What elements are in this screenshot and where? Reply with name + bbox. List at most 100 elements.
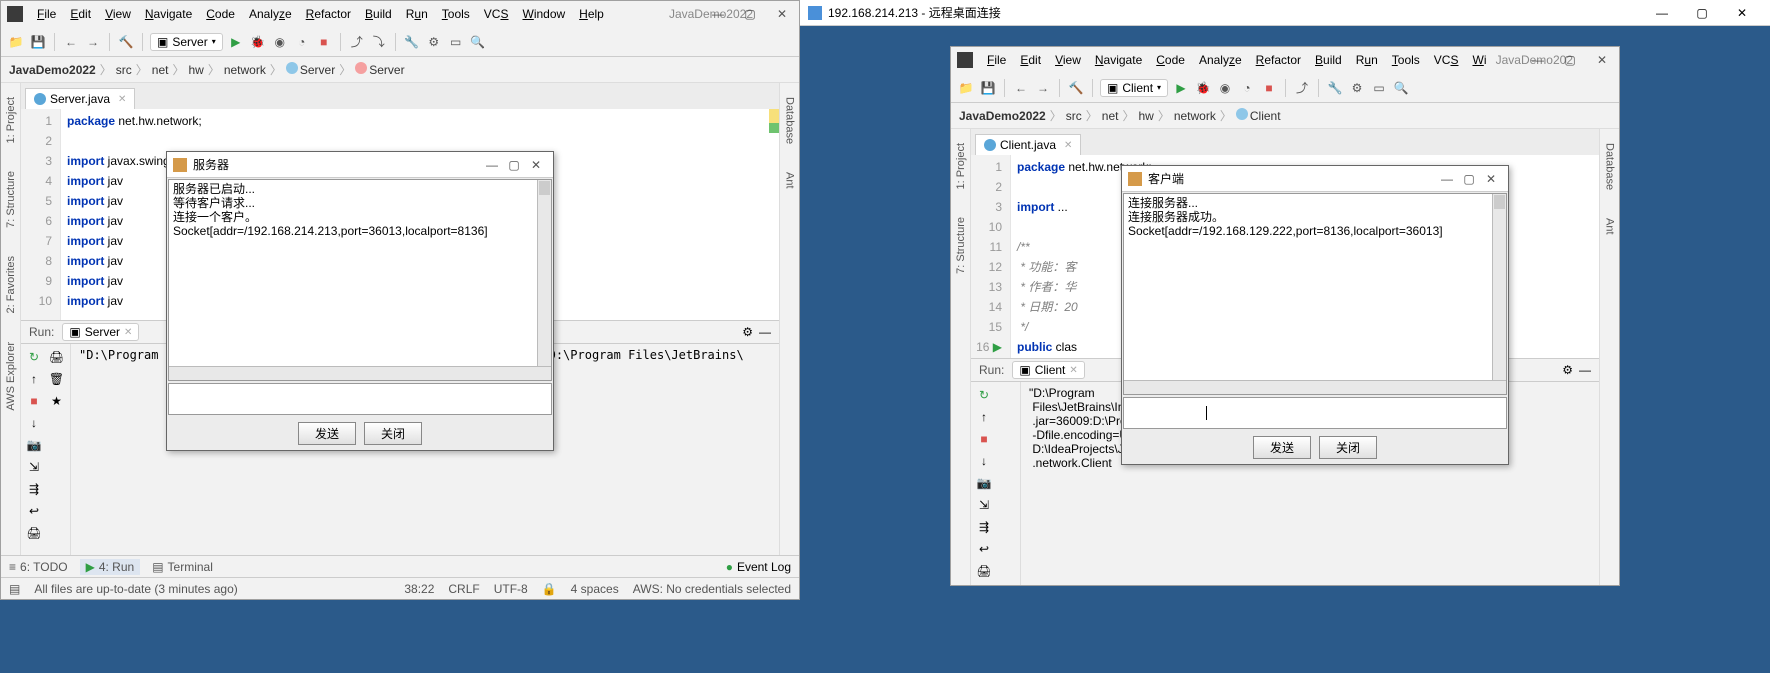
popup-min-icon[interactable]: — [1436, 172, 1458, 186]
forward-icon[interactable]: → [84, 33, 102, 51]
back-icon[interactable]: ← [1012, 79, 1030, 97]
hammer-icon[interactable]: 🔨 [1067, 79, 1085, 97]
print2-icon[interactable]: 🖨 [48, 348, 66, 366]
popup-close-icon[interactable]: ✕ [1480, 172, 1502, 186]
run-config-tab[interactable]: ▣Client✕ [1012, 361, 1084, 379]
menu-code[interactable]: Code [1150, 51, 1191, 69]
menu-navigate[interactable]: Navigate [1089, 51, 1148, 69]
right-sidebar[interactable]: Database Ant [1599, 129, 1619, 585]
git2-icon[interactable]: ⤵ [370, 33, 388, 51]
print-icon[interactable]: 🖨 [25, 524, 43, 542]
tab-client[interactable]: Client.java ✕ [975, 134, 1081, 155]
stop-icon[interactable]: ■ [1260, 79, 1278, 97]
menu-window[interactable]: Window [516, 5, 571, 23]
close-icon[interactable]: ✕ [1593, 51, 1611, 69]
structure-icon[interactable]: ▭ [1370, 79, 1388, 97]
git-icon[interactable]: ⤴ [1293, 79, 1311, 97]
menu-wi[interactable]: Wi [1466, 51, 1492, 69]
bc-item[interactable]: src [116, 63, 132, 77]
settings-icon[interactable]: ⚙ [1348, 79, 1366, 97]
run-config-dropdown[interactable]: ▣ Client▾ [1100, 79, 1168, 97]
status-indent[interactable]: 4 spaces [571, 582, 619, 596]
debug-icon[interactable]: 🐞 [249, 33, 267, 51]
stop-run-icon[interactable]: ■ [25, 392, 43, 410]
wrench-icon[interactable]: 🔧 [403, 33, 421, 51]
hammer-icon[interactable]: 🔨 [117, 33, 135, 51]
up-icon[interactable]: ↑ [25, 370, 43, 388]
gear-icon[interactable]: ⚙ [1562, 363, 1573, 377]
menu-tools[interactable]: Tools [1386, 51, 1426, 69]
structure-icon[interactable]: ▭ [447, 33, 465, 51]
bc-item[interactable]: network [224, 63, 266, 77]
ant-tool[interactable]: Ant [1603, 214, 1617, 239]
save-icon[interactable]: 💾 [29, 33, 47, 51]
status-pos[interactable]: 38:22 [404, 582, 434, 596]
hide-icon[interactable]: — [759, 325, 771, 339]
send-button[interactable]: 发送 [1253, 436, 1311, 459]
run-tab[interactable]: ▶4: Run [80, 559, 141, 575]
popup-max-icon[interactable]: ▢ [503, 158, 525, 172]
maximize-icon[interactable]: ▢ [741, 5, 759, 23]
coverage-icon[interactable]: ◉ [1216, 79, 1234, 97]
open-icon[interactable]: 📁 [7, 33, 25, 51]
export-icon[interactable]: ⇲ [25, 458, 43, 476]
help-icon[interactable]: ★ [48, 392, 66, 410]
gear-icon[interactable]: ⚙ [742, 325, 753, 339]
popup-output[interactable]: 服务器已启动... 等待客户请求... 连接一个客户。 Socket[addr=… [168, 179, 552, 381]
bc-item[interactable]: hw [188, 63, 203, 77]
close-button[interactable]: 关闭 [1319, 436, 1377, 459]
scrollbar[interactable] [1492, 194, 1506, 394]
menu-vcs[interactable]: VCS [1428, 51, 1465, 69]
bc-class[interactable]: Server [300, 63, 335, 77]
popup-input[interactable] [1123, 397, 1507, 429]
menu-bar[interactable]: File Edit View Navigate Code Analyze Ref… [31, 5, 610, 23]
rdp-max-icon[interactable]: ▢ [1682, 0, 1722, 26]
scrollbar-h[interactable] [1124, 380, 1506, 394]
wrap-icon[interactable]: ↩ [25, 502, 43, 520]
minimize-icon[interactable]: — [1529, 51, 1547, 69]
popup-close-icon[interactable]: ✕ [525, 158, 547, 172]
scrollbar[interactable] [537, 180, 551, 380]
coverage-icon[interactable]: ◉ [271, 33, 289, 51]
status-enc[interactable]: UTF-8 [494, 582, 528, 596]
run-config-tab[interactable]: ▣ Server ✕ [62, 323, 139, 341]
menu-run[interactable]: Run [1350, 51, 1384, 69]
trash-icon[interactable]: 🗑 [48, 370, 66, 388]
stop-icon[interactable]: ■ [315, 33, 333, 51]
ant-tool[interactable]: Ant [783, 168, 797, 193]
menu-view[interactable]: View [99, 5, 137, 23]
search-icon[interactable]: 🔍 [1392, 79, 1410, 97]
run-icon[interactable]: ▶ [1172, 79, 1190, 97]
favorites-tool[interactable]: 2: Favorites [4, 252, 18, 317]
status-eol[interactable]: CRLF [448, 582, 479, 596]
popup-input[interactable] [168, 383, 552, 415]
menu-run[interactable]: Run [400, 5, 434, 23]
tab-close-icon[interactable]: ✕ [118, 94, 126, 105]
menu-vcs[interactable]: VCS [478, 5, 515, 23]
close-button[interactable]: 关闭 [364, 422, 422, 445]
git-icon[interactable]: ⤴ [348, 33, 366, 51]
rdp-min-icon[interactable]: — [1642, 0, 1682, 26]
send-button[interactable]: 发送 [298, 422, 356, 445]
aws-tool[interactable]: AWS Explorer [4, 338, 18, 415]
menu-bar[interactable]: File Edit View Navigate Code Analyze Ref… [981, 51, 1492, 69]
tab-server[interactable]: Server.java ✕ [25, 88, 135, 109]
breadcrumb[interactable]: JavaDemo2022〉 src〉 net〉 hw〉 network〉 Ser… [1, 57, 799, 83]
menu-edit[interactable]: Edit [1014, 51, 1047, 69]
terminal-tab[interactable]: ▤Terminal [152, 560, 213, 574]
menu-file[interactable]: File [981, 51, 1012, 69]
forward-icon[interactable]: → [1034, 79, 1052, 97]
menu-navigate[interactable]: Navigate [139, 5, 198, 23]
scrollbar-h[interactable] [169, 366, 551, 380]
hide-icon[interactable]: — [1579, 363, 1591, 377]
structure-tool[interactable]: 7: Structure [954, 213, 968, 278]
menu-tools[interactable]: Tools [436, 5, 476, 23]
rdp-close-icon[interactable]: ✕ [1722, 0, 1762, 26]
menu-build[interactable]: Build [1309, 51, 1348, 69]
close-icon[interactable]: ✕ [773, 5, 791, 23]
open-icon[interactable]: 📁 [957, 79, 975, 97]
bc-method[interactable]: Server [369, 63, 404, 77]
menu-file[interactable]: File [31, 5, 62, 23]
back-icon[interactable]: ← [62, 33, 80, 51]
save-icon[interactable]: 💾 [979, 79, 997, 97]
